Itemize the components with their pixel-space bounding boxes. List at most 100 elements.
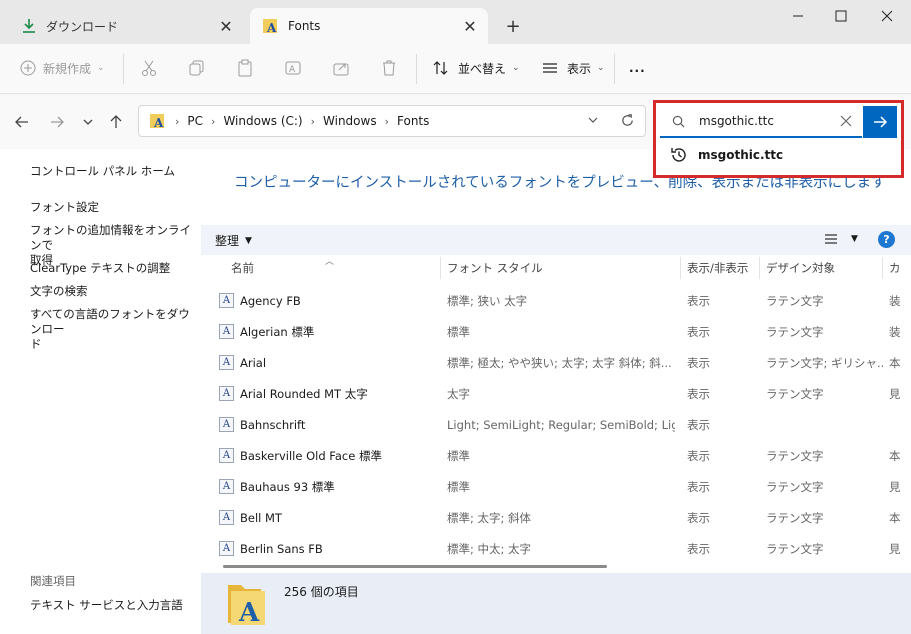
char-search-link[interactable]: 文字の検索: [30, 284, 195, 299]
arrow-right-icon: [51, 116, 64, 128]
view-label: 表示: [567, 61, 592, 76]
suggestion-label: msgothic.ttc: [698, 148, 784, 162]
font-name: Bahnschrift: [240, 417, 306, 432]
font-design: ラテン文字: [766, 510, 824, 525]
cut-button[interactable]: [140, 54, 158, 82]
back-button[interactable]: [10, 111, 34, 133]
sort-ascending-icon: ︿: [325, 257, 335, 267]
table-row[interactable]: A Bell MT 標準; 太字; 斜体 表示 ラテン文字 本: [201, 502, 911, 533]
table-row[interactable]: A Agency FB 標準; 狭い 太字 表示 ラテン文字 装: [201, 285, 911, 316]
refresh-icon[interactable]: [620, 113, 635, 131]
table-row[interactable]: A Arial Rounded MT 太字 太字 表示 ラテン文字 見: [201, 378, 911, 409]
breadcrumb-pc[interactable]: PC: [187, 114, 203, 128]
font-settings-link[interactable]: フォント設定: [30, 200, 195, 215]
table-row[interactable]: A Algerian 標準 標準 表示 ラテン文字 装: [201, 316, 911, 347]
download-all-fonts-link[interactable]: すべての言語のフォントをダウンロー ド: [30, 307, 195, 352]
close-window-button[interactable]: [864, 0, 910, 32]
table-row[interactable]: A Bauhaus 93 標準 標準 表示 ラテン文字 見: [201, 471, 911, 502]
recent-locations-button[interactable]: [76, 111, 100, 133]
font-style: 標準; 中太; 太字: [447, 541, 532, 556]
column-divider: [680, 257, 681, 279]
chevron-down-icon: ⌄: [512, 63, 520, 73]
column-header-category[interactable]: カ: [889, 255, 901, 281]
share-button[interactable]: [332, 54, 350, 82]
chevron-right-icon: ›: [175, 114, 180, 128]
column-header-show-hide[interactable]: 表示/非表示: [687, 255, 748, 281]
column-header-name[interactable]: 名前: [231, 255, 254, 281]
help-icon[interactable]: ?: [878, 231, 895, 248]
font-design: ラテン文字: [766, 541, 824, 556]
delete-button[interactable]: [380, 54, 398, 82]
view-list-icon: [543, 63, 557, 73]
font-style: 標準; 極太; やや狭い; 太字; 太字 斜体; 斜...: [447, 355, 672, 370]
search-value: msgothic.ttc: [699, 114, 774, 128]
horizontal-scrollbar[interactable]: [223, 565, 607, 568]
table-row[interactable]: A Baskerville Old Face 標準 標準 表示 ラテン文字 本: [201, 440, 911, 471]
sort-button[interactable]: 並べ替え ⌄: [432, 54, 520, 82]
font-style: Light; SemiLight; Regular; SemiBold; Lig…: [447, 417, 675, 432]
fonts-folder-large-icon: A: [225, 581, 269, 630]
copy-button[interactable]: [188, 54, 206, 82]
font-category: 見: [889, 479, 901, 494]
font-visibility: 表示: [687, 355, 710, 370]
column-header-design[interactable]: デザイン対象: [766, 255, 835, 281]
breadcrumb-fonts[interactable]: Fonts: [397, 114, 429, 128]
up-button[interactable]: [104, 111, 128, 133]
text-services-link[interactable]: テキスト サービスと入力言語: [30, 598, 195, 613]
maximize-button[interactable]: [818, 0, 864, 32]
close-tab-icon[interactable]: ✕: [214, 14, 238, 38]
font-visibility: 表示: [687, 448, 710, 463]
command-bar: 新規作成 ⌄ A 並べ替え ⌄ 表示 ⌄ ...: [0, 44, 911, 94]
item-count: 256 個の項目: [284, 585, 359, 599]
column-header-style[interactable]: フォント スタイル: [447, 255, 543, 281]
font-design: [766, 409, 884, 440]
rename-button[interactable]: A: [284, 54, 302, 82]
main-pane: コンピューターにインストールされているフォントをプレビュー、削除、表示または非表…: [201, 149, 911, 634]
more-options-button[interactable]: ...: [629, 54, 646, 82]
view-options-button[interactable]: ▼: [823, 231, 858, 247]
address-bar[interactable]: A › PC › Windows (C:) › Windows › Fonts: [138, 105, 646, 137]
search-submit-button[interactable]: [863, 106, 897, 138]
font-visibility: 表示: [687, 293, 710, 308]
table-row[interactable]: A Berlin Sans FB 標準; 中太; 太字 表示 ラテン文字 見: [201, 533, 911, 564]
clear-search-icon[interactable]: [840, 115, 852, 127]
new-label: 新規作成: [43, 61, 92, 76]
forward-button[interactable]: [45, 111, 69, 133]
font-style: 標準: [447, 479, 470, 494]
font-name: Baskerville Old Face 標準: [240, 448, 382, 463]
table-row[interactable]: A Bahnschrift Light; SemiLight; Regular; …: [201, 409, 911, 440]
search-suggestion-item[interactable]: msgothic.ttc: [660, 140, 897, 170]
table-row[interactable]: A Arial 標準; 極太; やや狭い; 太字; 太字 斜体; 斜... 表示 …: [201, 347, 911, 378]
font-style: 標準; 太字; 斜体: [447, 510, 532, 525]
breadcrumb-windows[interactable]: Windows: [323, 114, 377, 128]
breadcrumb-windows-c[interactable]: Windows (C:): [223, 114, 302, 128]
font-file-icon: A: [219, 417, 234, 432]
svg-text:A: A: [153, 116, 164, 130]
caret-down-icon: ▼: [851, 234, 858, 244]
search-input[interactable]: msgothic.ttc: [660, 106, 862, 138]
font-file-icon: A: [219, 355, 234, 370]
view-button[interactable]: 表示 ⌄: [541, 54, 605, 82]
cleartype-link[interactable]: ClearType テキストの調整: [30, 261, 195, 276]
chevron-right-icon: ›: [211, 114, 216, 128]
tab-fonts[interactable]: A Fonts ✕: [250, 8, 488, 44]
organize-button[interactable]: 整理 ▼: [215, 232, 252, 249]
close-tab-icon[interactable]: ✕: [458, 14, 482, 38]
tab-downloads[interactable]: ダウンロード ✕: [8, 8, 244, 44]
font-visibility: 表示: [687, 479, 710, 494]
organize-toolbar: 整理 ▼ ▼ ?: [201, 225, 911, 255]
new-button[interactable]: 新規作成 ⌄: [20, 54, 105, 82]
rename-icon: A: [285, 61, 301, 75]
status-bar: A 256 個の項目: [201, 573, 911, 634]
column-divider: [440, 257, 441, 279]
arrow-up-icon: [110, 115, 122, 128]
font-visibility: 表示: [687, 417, 710, 432]
font-file-icon: A: [219, 510, 234, 525]
address-dropdown-icon[interactable]: [587, 114, 599, 129]
paste-button[interactable]: [236, 54, 254, 82]
download-all-line1: すべての言語のフォントをダウンロー: [30, 307, 190, 336]
new-tab-button[interactable]: +: [500, 14, 526, 38]
font-visibility: 表示: [687, 510, 710, 525]
minimize-button[interactable]: [775, 0, 821, 32]
control-panel-home-link[interactable]: コントロール パネル ホーム: [30, 164, 195, 179]
